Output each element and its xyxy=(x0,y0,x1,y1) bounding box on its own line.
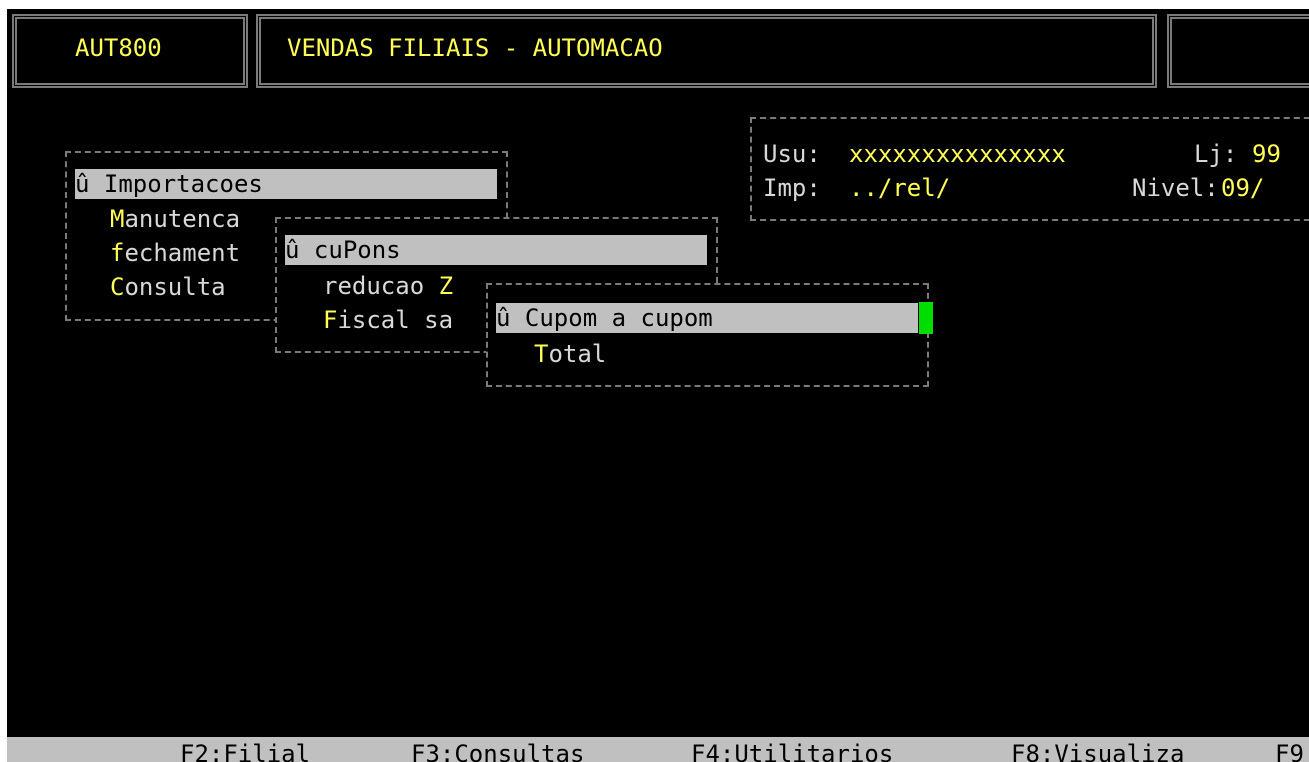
submenu-item-fiscal-sa[interactable]: Fiscal sa xyxy=(323,303,453,337)
main-menu-item-importacoes[interactable]: û Importacoes xyxy=(75,169,497,199)
f8-visualiza-key[interactable]: F8:Visualiza xyxy=(1011,737,1184,762)
main-menu-item-manutencao[interactable]: Manutenca xyxy=(110,202,240,236)
submenu-item-cupons[interactable]: û cuPons xyxy=(285,235,707,265)
lj-label: Lj: xyxy=(1194,140,1238,168)
page-title: VENDAS FILIAIS - AUTOMACAO xyxy=(287,34,663,62)
main-menu-item-consulta[interactable]: Consulta xyxy=(110,270,226,304)
f4-utilitarios-key[interactable]: F4:Utilitarios xyxy=(691,737,893,762)
submenu-item-cupom-a-cupom[interactable]: û Cupom a cupom xyxy=(496,303,918,333)
usu-value: xxxxxxxxxxxxxxx xyxy=(849,140,1066,168)
submenu-item-reducao-z[interactable]: reducao Z xyxy=(323,269,453,303)
f2-filial-key[interactable]: F2:Filial xyxy=(180,737,310,762)
nivel-label: Nivel: xyxy=(1132,174,1219,202)
main-menu-item-fechamento[interactable]: fechament xyxy=(110,236,240,270)
right-header-box xyxy=(1167,14,1309,88)
selection-marker: û xyxy=(285,236,300,264)
selection-marker: û xyxy=(75,170,90,198)
cupom-submenu-box xyxy=(486,283,929,387)
imp-label: Imp: xyxy=(763,174,821,202)
function-key-bar: F2:Filial F3:Consultas F4:Utilitarios F8… xyxy=(7,737,1309,762)
text-cursor xyxy=(919,302,933,334)
terminal-screen: AUT800 VENDAS FILIAIS - AUTOMACAO Usu: x… xyxy=(7,9,1309,762)
f9-key[interactable]: F9 xyxy=(1275,737,1304,762)
nivel-value: 09/ xyxy=(1221,174,1265,202)
f3-consultas-key[interactable]: F3:Consultas xyxy=(411,737,584,762)
selection-marker: û xyxy=(496,304,511,332)
program-code: AUT800 xyxy=(75,34,162,62)
lj-value: 99 xyxy=(1252,140,1281,168)
usu-label: Usu: xyxy=(763,140,821,168)
submenu-item-total[interactable]: Total xyxy=(534,337,606,371)
imp-value: ../rel/ xyxy=(849,174,951,202)
